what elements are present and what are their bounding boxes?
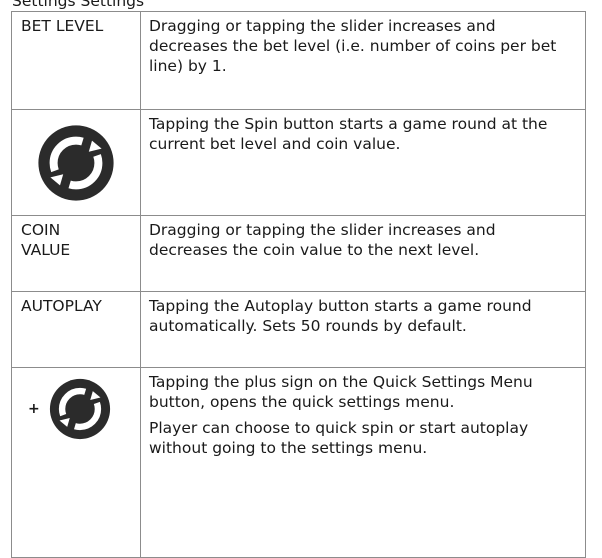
- table-row-quick-settings: + Tapping the plus sign on the Quick Set…: [11, 367, 586, 558]
- label-cell: COIN VALUE: [11, 215, 141, 292]
- plus-icon: +: [28, 401, 40, 417]
- spin-description: Tapping the Spin button starts a game ro…: [149, 115, 548, 153]
- description-cell: Dragging or tapping the slider increases…: [140, 11, 586, 110]
- coin-value-description: Dragging or tapping the slider increases…: [149, 221, 496, 259]
- table-row-spin: Tapping the Spin button starts a game ro…: [11, 109, 586, 216]
- coin-value-label: COIN VALUE: [21, 221, 71, 259]
- quick-settings-description-2: Player can choose to quick spin or start…: [149, 419, 529, 457]
- bet-level-label: BET LEVEL: [21, 17, 104, 35]
- autoplay-label: AUTOPLAY: [21, 297, 102, 315]
- cut-off-heading: Settings Settings: [12, 0, 145, 10]
- quick-settings-description: Tapping the plus sign on the Quick Setti…: [149, 373, 533, 411]
- autoplay-description: Tapping the Autoplay button starts a gam…: [149, 297, 532, 335]
- table-row-autoplay: AUTOPLAY Tapping the Autoplay button sta…: [11, 291, 586, 368]
- icon-cell: [11, 109, 141, 216]
- bet-level-description: Dragging or tapping the slider increases…: [149, 17, 557, 75]
- spin-icon: [38, 125, 114, 201]
- quick-settings-spin-icon: [49, 378, 111, 440]
- description-cell: Dragging or tapping the slider increases…: [140, 215, 586, 292]
- label-cell: BET LEVEL: [11, 11, 141, 110]
- description-cell: Tapping the Autoplay button starts a gam…: [140, 291, 586, 368]
- description-cell: Tapping the plus sign on the Quick Setti…: [140, 367, 586, 558]
- table-row-bet-level: BET LEVEL Dragging or tapping the slider…: [11, 11, 586, 110]
- description-cell: Tapping the Spin button starts a game ro…: [140, 109, 586, 216]
- label-cell: AUTOPLAY: [11, 291, 141, 368]
- table-row-coin-value: COIN VALUE Dragging or tapping the slide…: [11, 215, 586, 292]
- icon-cell: +: [11, 367, 141, 558]
- controls-table: BET LEVEL Dragging or tapping the slider…: [11, 11, 586, 558]
